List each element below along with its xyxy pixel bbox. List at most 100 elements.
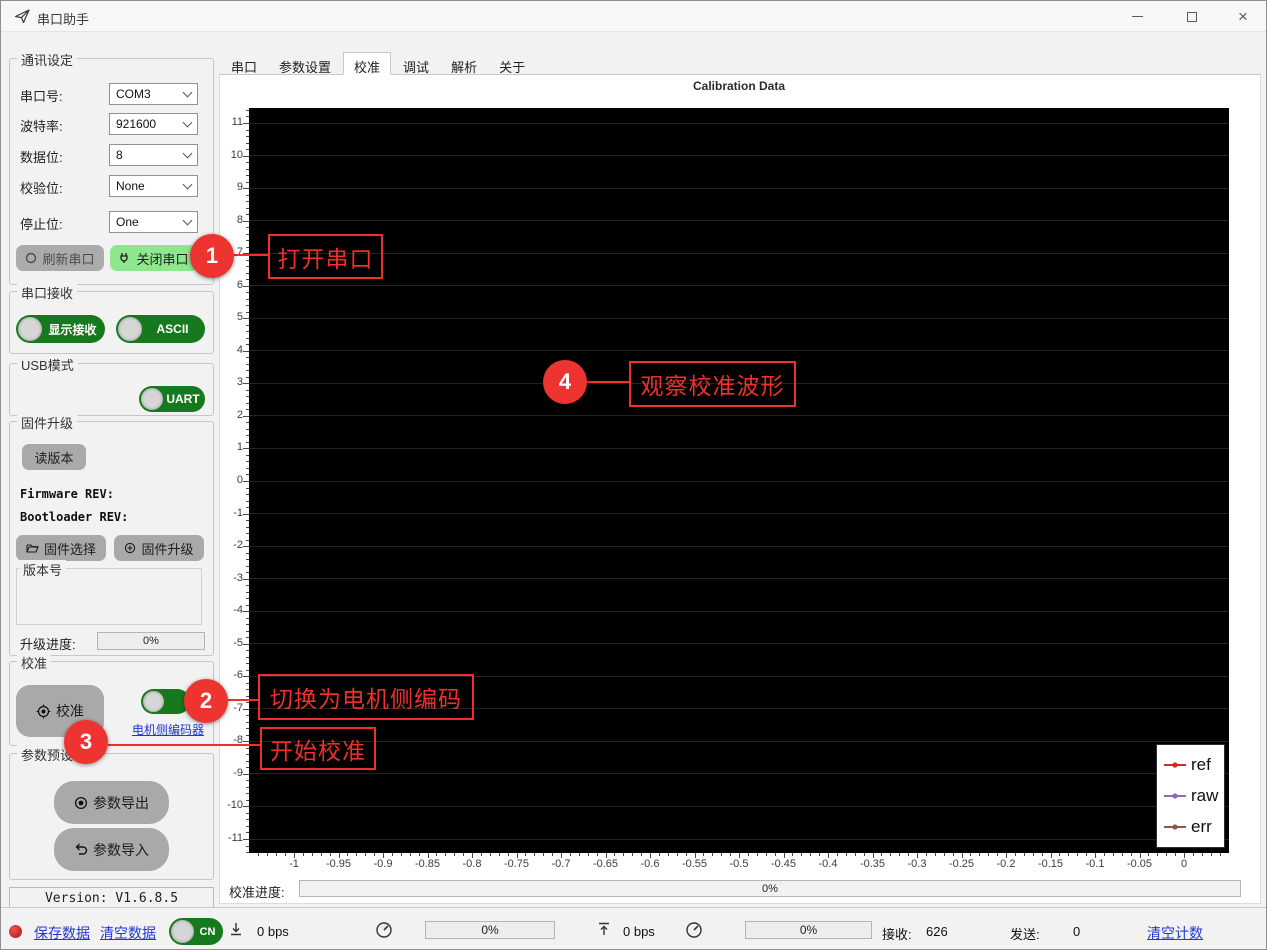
x-minor-tick (534, 853, 535, 856)
ascii-toggle[interactable]: ASCII (116, 315, 205, 343)
y-minor-tick (246, 110, 249, 111)
display-receive-toggle[interactable]: 显示接收 (16, 315, 105, 343)
y-minor-tick (246, 325, 249, 326)
version-number-box: 版本号 (16, 568, 202, 625)
motor-encoder-link[interactable]: 电机侧编码器 (125, 721, 211, 738)
x-tick-label: -0.8 (450, 858, 494, 870)
x-tick-label: -0.7 (539, 858, 583, 870)
close-serial-button[interactable]: 关闭串口 (110, 245, 198, 271)
y-minor-tick (246, 331, 249, 332)
y-tick-label: 4 (213, 344, 243, 356)
x-minor-tick (508, 853, 509, 856)
y-minor-tick (246, 357, 249, 358)
group-title: 串口接收 (17, 283, 77, 302)
y-minor-tick (246, 169, 249, 170)
tab-serial[interactable]: 串口 (221, 54, 267, 74)
x-minor-tick (1042, 853, 1043, 856)
x-minor-tick (579, 853, 580, 856)
y-minor-tick (246, 175, 249, 176)
y-minor-tick (246, 650, 249, 651)
x-tick-label: -0.6 (628, 858, 672, 870)
y-minor-tick (246, 214, 249, 215)
x-minor-tick (944, 853, 945, 856)
x-tick-label: -0.3 (895, 858, 939, 870)
close-button[interactable]: × (1227, 5, 1259, 28)
x-tick-label: -0.25 (940, 858, 984, 870)
bootloader-rev-label: Bootloader REV: (20, 510, 128, 524)
refresh-serial-button[interactable]: 刷新串口 (16, 245, 104, 271)
tab-debug[interactable]: 调试 (393, 54, 439, 74)
param-import-button[interactable]: 参数导入 (54, 828, 169, 871)
calib-progress-value: 0% (762, 883, 778, 895)
y-minor-tick (246, 637, 249, 638)
gridline-y (249, 611, 1229, 612)
y-minor-tick (246, 162, 249, 163)
legend-item-raw: raw (1164, 786, 1224, 806)
rx-rate-text: 0 bps (257, 924, 289, 939)
y-minor-tick (246, 507, 249, 508)
x-minor-tick (1148, 853, 1149, 856)
clear-count-link[interactable]: 清空计数 (1147, 923, 1203, 943)
uart-toggle[interactable]: UART (139, 386, 205, 412)
annotation-badge-3: 3 (64, 720, 108, 764)
save-data-link[interactable]: 保存数据 (34, 923, 90, 943)
y-minor-tick (246, 149, 249, 150)
y-minor-tick (246, 728, 249, 729)
upgrade-progress-label: 升级进度: (20, 634, 76, 653)
tab-about[interactable]: 关于 (489, 54, 535, 74)
y-tick (243, 839, 249, 840)
annotation-badge-2: 2 (184, 679, 228, 723)
y-minor-tick (246, 553, 249, 554)
clear-data-link[interactable]: 清空数据 (100, 923, 156, 943)
language-toggle[interactable]: CN (169, 918, 223, 945)
serial-receive-group: 串口接收 显示接收 ASCII (9, 291, 214, 354)
x-minor-tick (597, 853, 598, 856)
x-tick-label: 0 (1162, 858, 1206, 870)
y-minor-tick (246, 631, 249, 632)
x-minor-tick (908, 853, 909, 856)
tab-parse[interactable]: 解析 (441, 54, 487, 74)
y-tick (243, 156, 249, 157)
encoder-side-toggle[interactable] (141, 689, 190, 714)
tab-calibration[interactable]: 校准 (343, 52, 391, 75)
annotation-line (234, 254, 268, 256)
combo-parity[interactable]: None (109, 175, 198, 197)
y-minor-tick (246, 800, 249, 801)
chevron-down-icon (183, 87, 193, 97)
param-preset-group: 参数预设 参数导出 参数导入 (9, 753, 214, 880)
x-minor-tick (1122, 853, 1123, 856)
toggle-knob (143, 691, 164, 712)
rx-progress-value: 0% (481, 923, 498, 937)
rx-count-value: 626 (926, 924, 948, 939)
x-minor-tick (543, 853, 544, 856)
tab-param-settings[interactable]: 参数设置 (269, 54, 341, 74)
tx-progress-bar: 0% (745, 921, 872, 939)
minimize-button[interactable] (1121, 5, 1153, 28)
annotation-line (228, 699, 258, 701)
x-minor-tick (356, 853, 357, 856)
param-export-button[interactable]: 参数导出 (54, 781, 169, 824)
y-minor-tick (246, 338, 249, 339)
gridline-y (249, 806, 1229, 807)
x-minor-tick (1015, 853, 1016, 856)
annotation-line (108, 744, 260, 746)
x-tick-label: -0.95 (317, 858, 361, 870)
y-minor-tick (246, 572, 249, 573)
y-tick (243, 123, 249, 124)
firmware-select-button[interactable]: 固件选择 (16, 535, 106, 561)
y-minor-tick (246, 540, 249, 541)
y-minor-tick (246, 670, 249, 671)
combo-value: One (116, 215, 139, 229)
gauge-icon (685, 921, 703, 944)
language-label: CN (194, 926, 221, 938)
combo-baud-rate[interactable]: 921600 (109, 113, 198, 135)
combo-serial-port[interactable]: COM3 (109, 83, 198, 105)
y-minor-tick (246, 624, 249, 625)
y-minor-tick (246, 605, 249, 606)
combo-stop-bits[interactable]: One (109, 211, 198, 233)
read-version-button[interactable]: 读版本 (22, 444, 86, 470)
legend-item-ref: ref (1164, 755, 1224, 775)
combo-data-bits[interactable]: 8 (109, 144, 198, 166)
firmware-upgrade-button[interactable]: 固件升级 (114, 535, 204, 561)
maximize-button[interactable] (1176, 5, 1208, 28)
